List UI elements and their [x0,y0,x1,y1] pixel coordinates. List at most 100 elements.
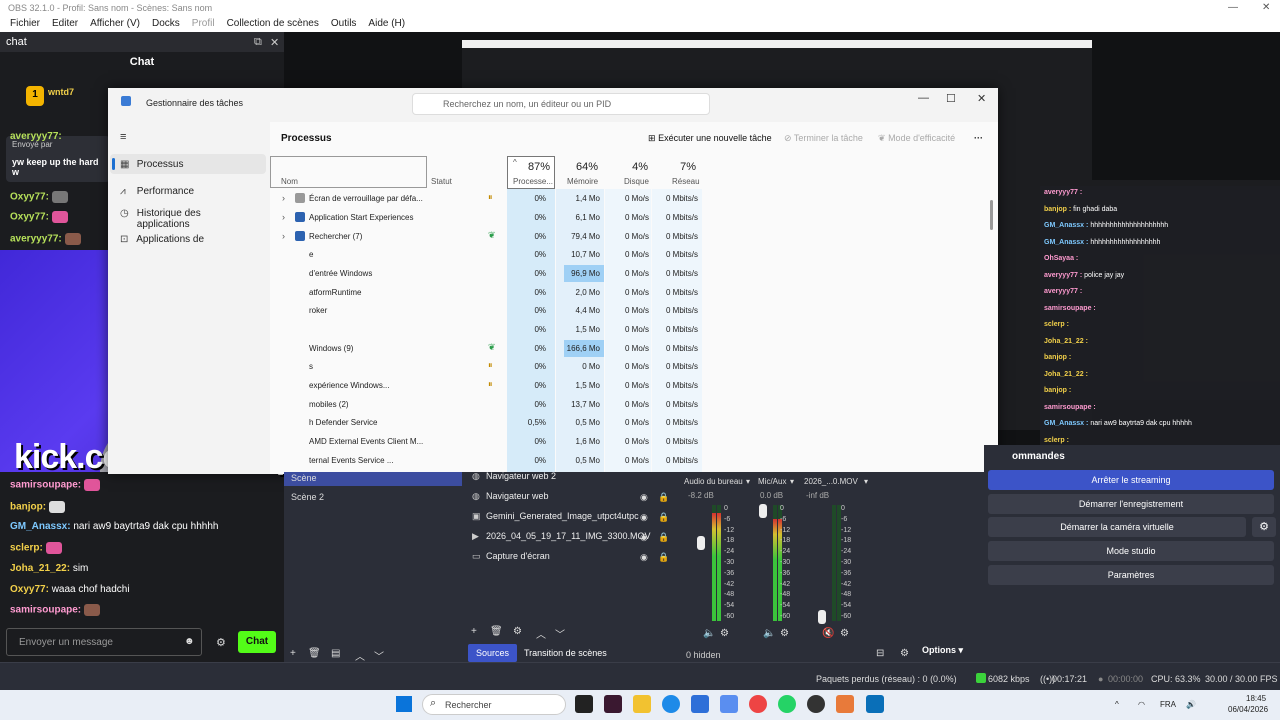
settings-button[interactable]: Paramètres [988,565,1274,585]
whatsapp-icon[interactable] [778,695,796,713]
end-task-button[interactable]: ⊘ Terminer la tâche [784,133,863,144]
chat-settings-icon[interactable]: ⚙ [216,636,226,649]
visibility-eye-icon[interactable]: ◉ [640,552,648,563]
source-settings-icon[interactable]: ⚙ [513,626,522,637]
process-row[interactable]: h Defender Service 0,5% 0,5 Mo 0 Mo/s 0 Mbit… [270,413,710,432]
stop-streaming-button[interactable]: Arrêter le streaming [988,470,1274,490]
volume-slider-handle[interactable] [697,536,705,550]
clock-time[interactable]: 18:45 [1246,694,1266,703]
scene-filter-icon[interactable]: ▤ [331,648,340,659]
taskmgr-scrollbar[interactable] [990,200,993,230]
maximize-icon[interactable]: ☐ [946,92,956,105]
process-row[interactable]: roker 0% 4,4 Mo 0 Mo/s 0 Mbits/s [270,301,710,320]
visibility-eye-icon[interactable]: ◉ [640,492,648,503]
expand-chevron-icon[interactable]: › [282,231,285,241]
menu-collection[interactable]: Collection de scènes [221,16,325,32]
process-row[interactable]: ternal Events Service ... 0% 0,5 Mo 0 Mo/s 0… [270,451,710,470]
virtual-camera-settings-icon[interactable]: ⚙ [1252,517,1276,537]
col-net-label[interactable]: Réseau [672,177,700,186]
taskmgr-search-input[interactable]: Recherchez un nom, un éditeur ou un PID [412,93,710,115]
process-row[interactable]: Windows (9) ❦ 0% 166,6 Mo 0 Mo/s 0 Mbits/s [270,339,710,358]
muted-icon[interactable]: 🔇 [822,628,834,639]
process-row[interactable]: › Écran de verrouillage par défa... ⏸ 0% 1,4… [270,189,710,208]
lock-icon[interactable]: 🔒 [658,492,669,503]
start-recording-button[interactable]: Démarrer l'enregistrement [988,494,1274,514]
run-new-task-button[interactable]: ⊞ Exécuter une nouvelle tâche [648,133,772,144]
source-item[interactable]: ◍ Navigateur web 2 [472,471,556,482]
menu-docks[interactable]: Docks [146,16,186,32]
tab-sources[interactable]: Sources [468,644,518,662]
source-item[interactable]: ▶ 2026_04_05_19_17_11_IMG_3300.MOV [472,531,650,542]
visibility-eye-icon[interactable]: ◉ [640,512,648,523]
mixer-gear-icon[interactable]: ⚙ [900,648,909,659]
menu-editer[interactable]: Editer [46,16,84,32]
chat-input[interactable]: Envoyer un message [6,628,202,656]
delete-scene-icon[interactable]: 🗑 [308,648,321,659]
volume-slider-handle[interactable] [759,504,767,518]
col-mem-label[interactable]: Mémoire [567,177,598,186]
studio-mode-button[interactable]: Mode studio [988,541,1274,561]
tray-chevron-icon[interactable]: ^ [1115,700,1119,709]
move-down-icon[interactable]: ﹀ [374,648,384,663]
move-up-icon[interactable]: ︿ [536,626,546,641]
expand-chevron-icon[interactable]: › [282,193,285,203]
mail-icon[interactable] [720,695,738,713]
process-row[interactable]: › Application Start Experiences 0% 6,1 Mo 0 … [270,208,710,227]
menu-outils[interactable]: Outils [325,16,363,32]
windows-start-icon[interactable] [396,696,412,712]
pinned-message[interactable]: Envoyé par yw keep up the hard w [6,136,110,182]
source-item[interactable]: ▭ Capture d'écran [472,551,550,562]
mic-app-icon[interactable] [836,695,854,713]
visibility-eye-icon[interactable]: ◉ [640,532,648,543]
process-row[interactable]: e 0% 10,7 Mo 0 Mo/s 0 Mbits/s [270,245,710,264]
close-dock-icon[interactable]: ✕ [270,36,279,49]
lock-icon[interactable]: 🔒 [658,552,669,563]
process-row[interactable]: expérience Windows... ⏸ 0% 1,5 Mo 0 Mo/s 0 Mb… [270,376,710,395]
obs-icon[interactable] [807,695,825,713]
wifi-icon[interactable]: ◠ [1138,700,1145,709]
volume-slider-handle[interactable] [818,610,826,624]
close-icon[interactable]: ✕ [1262,2,1270,13]
expand-chevron-icon[interactable]: › [282,212,285,222]
edge-icon[interactable] [662,695,680,713]
mixer-settings-icon[interactable]: ⚙ [720,628,729,639]
volume-icon[interactable]: 🔈 [763,628,775,639]
mixer-settings-icon[interactable]: ⚙ [780,628,789,639]
efficiency-mode-button[interactable]: ❦ Mode d'efficacité [878,133,955,144]
move-up-icon[interactable]: ︿ [355,648,365,663]
delete-source-icon[interactable]: 🗑 [490,626,503,637]
close-icon[interactable]: ✕ [977,92,986,105]
app-icon[interactable] [604,695,622,713]
float-icon[interactable]: ⧉ [254,36,262,49]
volume-tray-icon[interactable]: 🔊 [1186,700,1196,709]
process-row[interactable]: › Rechercher (7) ❦ 0% 79,4 Mo 0 Mo/s 0 Mbits/s [270,227,710,246]
source-item[interactable]: ◍ Navigateur web [472,491,549,502]
menu-profil[interactable]: Profil [186,16,221,32]
file-explorer-icon[interactable] [633,695,651,713]
minimize-icon[interactable]: — [918,92,929,104]
tab-transitions[interactable]: Transition de scènes [516,644,615,662]
process-row[interactable]: mobiles (2) 0% 13,7 Mo 0 Mo/s 0 Mbits/s [270,395,710,414]
hamburger-icon[interactable]: ≡ [120,131,126,143]
taskview-icon[interactable] [575,695,593,713]
sidebar-item-performance[interactable]: ⩘ Performance [120,186,194,197]
process-row[interactable]: atformRuntime 0% 2,0 Mo 0 Mo/s 0 Mbits/s [270,283,710,302]
volume-icon[interactable]: 🔈 [703,628,715,639]
sidebar-item-startup[interactable]: ⊡ Applications de [120,234,204,245]
options-button[interactable]: Options ▾ [922,645,963,656]
menu-aide[interactable]: Aide (H) [362,16,411,32]
lock-icon[interactable]: 🔒 [658,512,669,523]
menu-fichier[interactable]: Fichier [4,16,46,32]
more-options-icon[interactable]: ··· [974,133,983,143]
layout-icon[interactable]: ⊟ [876,648,884,659]
minimize-icon[interactable]: — [1228,2,1238,13]
lang-indicator[interactable]: FRA [1160,700,1176,709]
process-row[interactable]: AMD External Events Client M... 0% 1,6 Mo 0… [270,432,710,451]
lock-icon[interactable]: 🔒 [658,532,669,543]
dropdown-icon[interactable]: ▾ [746,477,750,486]
taskmgr-taskbar-icon[interactable] [866,695,884,713]
scene-item[interactable]: Scène [291,473,317,483]
scene-item[interactable]: Scène 2 [291,492,324,502]
col-status-label[interactable]: Statut [431,177,452,186]
add-scene-icon[interactable]: + [290,648,296,659]
